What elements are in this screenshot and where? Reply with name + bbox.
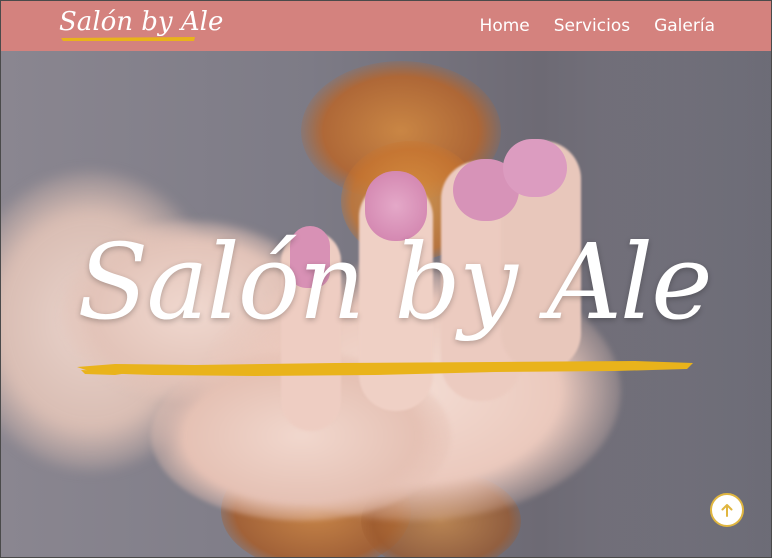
hero-title: Salón by Ale: [77, 221, 712, 343]
arrow-up-icon: [721, 504, 733, 517]
logo[interactable]: Salón by Ale: [59, 7, 223, 47]
back-to-top-button[interactable]: [710, 493, 744, 527]
main-nav: Home Servicios Galería: [480, 1, 715, 51]
logo-text: Salón by Ale: [59, 7, 224, 37]
logo-underline: [61, 37, 195, 41]
hero-section: Salón by Ale: [1, 51, 771, 557]
title-underline-brushstroke: [77, 361, 693, 376]
nav-galeria[interactable]: Galería: [654, 16, 715, 36]
nav-home[interactable]: Home: [480, 16, 530, 36]
site-header: Salón by Ale Home Servicios Galería: [1, 1, 771, 51]
browser-viewport: Salón by Ale Home Servicios Galería Saló…: [0, 0, 772, 558]
nav-servicios[interactable]: Servicios: [554, 16, 630, 36]
